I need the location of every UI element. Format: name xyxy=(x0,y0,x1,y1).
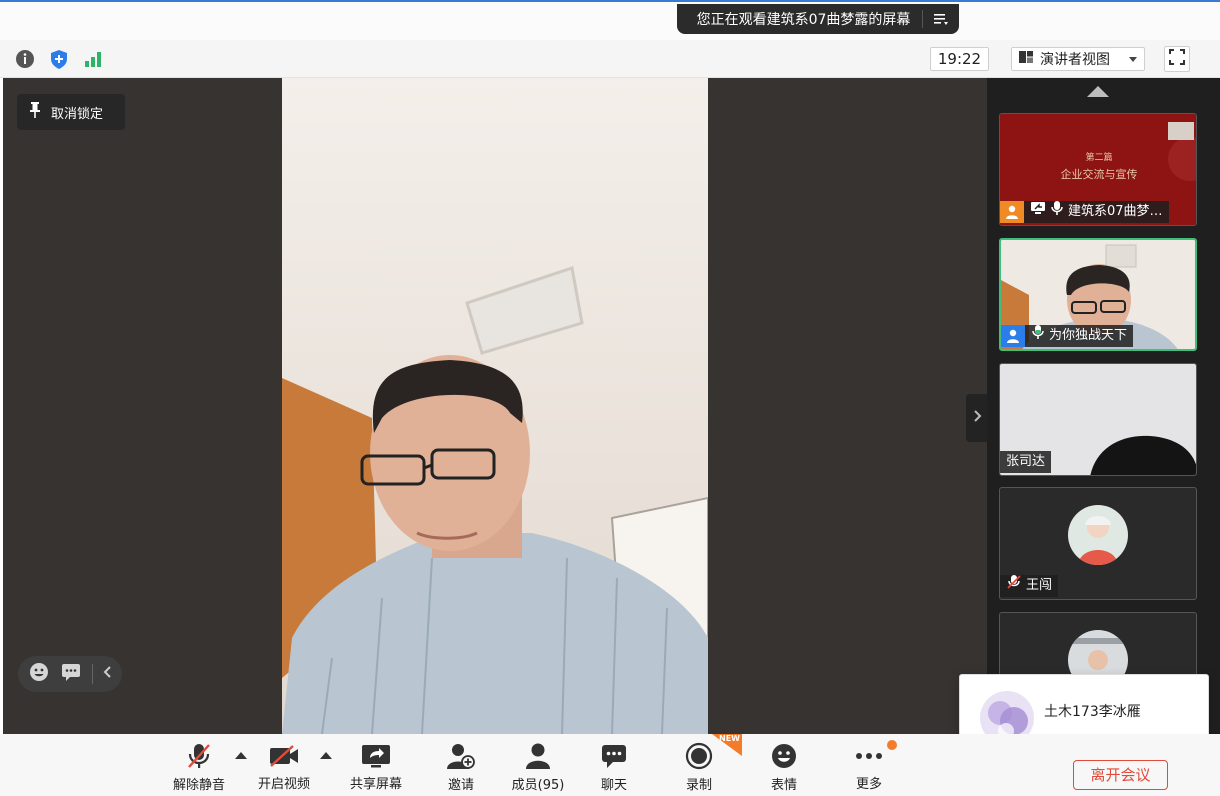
video-tile-participant[interactable]: 张司达 xyxy=(999,363,1197,476)
chat-button[interactable]: 聊天 xyxy=(579,742,649,793)
participants-icon xyxy=(521,742,555,770)
emoji-icon xyxy=(767,742,801,770)
microphone-icon xyxy=(1050,200,1064,224)
meeting-clock: 19:22 xyxy=(930,47,989,71)
fullscreen-icon xyxy=(1168,48,1186,70)
more-icon xyxy=(852,742,886,769)
unmute-button[interactable]: 解除静音 xyxy=(164,742,234,793)
record-button[interactable]: 录制 xyxy=(664,742,734,793)
share-screen-button[interactable]: 共享屏幕 xyxy=(341,742,411,792)
shield-icon[interactable] xyxy=(48,48,70,70)
chevron-left-icon[interactable] xyxy=(103,665,113,683)
reactions-label: 表情 xyxy=(770,778,797,793)
start-video-label: 开启视频 xyxy=(257,777,310,792)
participant-sidebar: 第二篇 企业交流与宣传 建筑系07曲梦… 为你独战天下 张司达 王闯 xyxy=(987,78,1220,734)
tile-name-bar: 为你独战天下 xyxy=(1001,324,1134,348)
info-icon[interactable] xyxy=(14,48,36,70)
speaker-view-icon xyxy=(1018,49,1034,69)
leave-meeting-button[interactable]: 离开会议 xyxy=(1073,760,1168,790)
chevron-down-icon xyxy=(1128,51,1138,67)
pin-icon xyxy=(29,101,41,123)
video-tile-active-speaker[interactable]: 为你独战天下 xyxy=(999,238,1197,351)
invite-label: 邀请 xyxy=(447,778,474,793)
main-video xyxy=(282,78,708,734)
video-tile-presenter[interactable]: 第二篇 企业交流与宣传 建筑系07曲梦… xyxy=(999,113,1197,226)
microphone-muted-icon xyxy=(182,742,216,770)
audio-options-caret-icon[interactable] xyxy=(235,752,247,759)
reaction-pill xyxy=(18,656,122,692)
tile-name: 王闯 xyxy=(1026,578,1053,593)
tile-name-bar: 王闯 xyxy=(1000,574,1059,598)
view-mode-label: 演讲者视图 xyxy=(1040,52,1110,68)
gallery-toggle[interactable] xyxy=(966,394,987,442)
toast-name: 土木173李冰雁 xyxy=(1044,704,1141,720)
participants-label: 成员(95) xyxy=(511,778,565,793)
microphone-muted-icon xyxy=(1006,574,1022,598)
fullscreen-button[interactable] xyxy=(1164,46,1190,72)
participants-button[interactable]: 成员(95) xyxy=(503,742,573,793)
slide-subtitle: 企业交流与宣传 xyxy=(1060,168,1138,181)
video-tile-participant[interactable]: 王闯 xyxy=(999,487,1197,600)
screen-share-icon xyxy=(1030,201,1046,223)
invite-button[interactable]: 邀请 xyxy=(426,742,496,793)
pill-divider xyxy=(92,664,93,684)
meeting-toolbar: 解除静音 开启视频 共享屏幕 邀请 成员(95) 聊天 录制 表情 更多 xyxy=(0,734,1220,796)
emoji-icon[interactable] xyxy=(28,661,50,687)
share-screen-icon xyxy=(359,742,393,769)
unlock-button[interactable]: 取消锁定 xyxy=(17,94,125,130)
reactions-button[interactable]: 表情 xyxy=(749,742,819,793)
chevron-right-icon xyxy=(972,409,982,427)
unmute-label: 解除静音 xyxy=(172,778,225,793)
tile-name-bar: 建筑系07曲梦… xyxy=(1000,201,1169,223)
record-label: 录制 xyxy=(685,778,712,793)
record-icon xyxy=(682,742,716,770)
view-mode-select[interactable]: 演讲者视图 xyxy=(1011,47,1145,71)
chat-bubble-icon[interactable] xyxy=(60,662,82,686)
user-avatar-icon xyxy=(1000,201,1024,223)
title-bar: 您正在观看建筑系07曲梦露的屏幕 xyxy=(0,0,1220,40)
avatar xyxy=(1068,505,1128,565)
share-screen-label: 共享屏幕 xyxy=(349,777,402,792)
slide-title: 第二篇 xyxy=(1085,153,1113,163)
chat-icon xyxy=(597,742,631,770)
user-avatar-icon xyxy=(1001,325,1025,347)
microphone-active-icon xyxy=(1031,324,1045,348)
more-label: 更多 xyxy=(855,777,882,792)
tile-name: 为你独战天下 xyxy=(1049,328,1128,343)
list-menu-icon[interactable] xyxy=(923,12,959,26)
video-options-caret-icon[interactable] xyxy=(320,752,332,759)
video-stage: 取消锁定 xyxy=(3,78,987,734)
invite-user-icon xyxy=(444,742,478,770)
signal-icon[interactable] xyxy=(82,48,104,70)
camera-off-icon xyxy=(267,742,301,769)
unlock-label: 取消锁定 xyxy=(51,106,104,122)
chat-label: 聊天 xyxy=(600,778,627,793)
tile-name: 建筑系07曲梦… xyxy=(1068,204,1163,219)
tile-name-bar: 张司达 xyxy=(1000,451,1052,473)
start-video-button[interactable]: 开启视频 xyxy=(249,742,319,792)
notification-dot xyxy=(887,740,897,750)
scroll-up-icon[interactable] xyxy=(1086,84,1110,102)
share-banner-text: 您正在观看建筑系07曲梦露的屏幕 xyxy=(696,12,911,28)
tile-name: 张司达 xyxy=(1006,454,1046,469)
share-banner: 您正在观看建筑系07曲梦露的屏幕 xyxy=(677,4,959,34)
